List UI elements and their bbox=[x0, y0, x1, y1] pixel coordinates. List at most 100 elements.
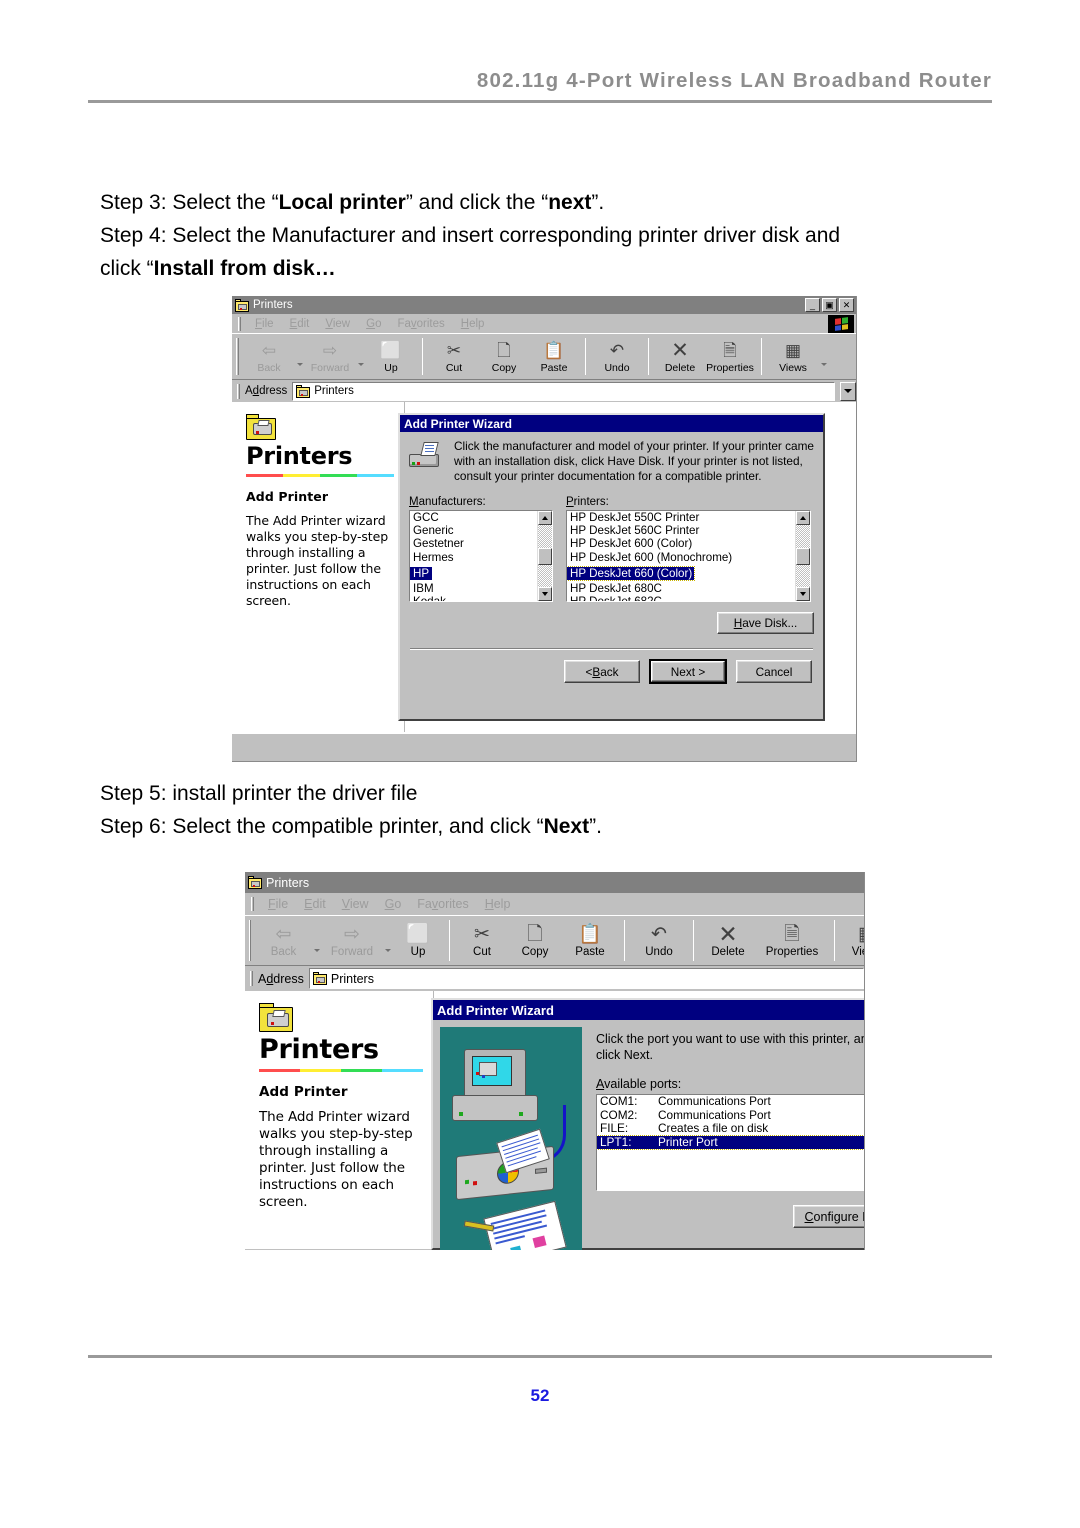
menu-item-go[interactable]: Go bbox=[358, 318, 389, 330]
toolbar-button-cut[interactable]: ✂ Cut bbox=[429, 334, 479, 379]
have-disk-button[interactable]: Have Disk... bbox=[717, 612, 814, 634]
back-button[interactable]: < Back bbox=[564, 660, 640, 683]
views-dropdown-icon[interactable] bbox=[818, 334, 829, 379]
toolbar-grip[interactable] bbox=[236, 338, 239, 375]
toolbar-button-cut[interactable]: ✂ Cut bbox=[456, 916, 508, 965]
toolbar-button-paste[interactable]: 📋 Paste bbox=[562, 916, 618, 965]
computer-base-icon bbox=[452, 1095, 538, 1121]
menu-item-go[interactable]: Go bbox=[377, 897, 410, 911]
toolbar-button-forward[interactable]: ⇨ Forward bbox=[305, 334, 355, 379]
back-dropdown-icon[interactable] bbox=[311, 916, 322, 965]
list-item[interactable]: HP DeskJet 550C Printer bbox=[567, 511, 795, 524]
next-button[interactable]: Next > bbox=[649, 659, 727, 684]
menu-item-view[interactable]: View bbox=[317, 318, 358, 330]
toolbar-button-up[interactable]: ⬜ Up bbox=[366, 334, 416, 379]
toolbar-button-delete[interactable]: ✕ Delete bbox=[700, 916, 756, 965]
address-input[interactable]: Printers bbox=[308, 968, 864, 989]
scroll-track[interactable] bbox=[538, 564, 552, 587]
menu-grip[interactable] bbox=[251, 897, 254, 911]
list-item[interactable]: COM2: Communications Port bbox=[597, 1108, 864, 1123]
toolbar-button-paste[interactable]: 📋 Paste bbox=[529, 334, 579, 379]
delete-x-icon: ✕ bbox=[718, 921, 738, 947]
forward-dropdown-icon[interactable] bbox=[382, 916, 393, 965]
list-item-selected[interactable]: HP DeskJet 660 (Color) bbox=[567, 565, 696, 582]
minimize-button[interactable]: _ bbox=[805, 298, 820, 312]
toolbar-button-views[interactable]: ▦ Views bbox=[841, 916, 864, 965]
menu-item-favorites[interactable]: Favorites bbox=[389, 318, 452, 330]
list-item[interactable]: Generic bbox=[410, 524, 537, 537]
cancel-button[interactable]: Cancel bbox=[736, 660, 812, 683]
scroll-up-icon[interactable] bbox=[796, 511, 810, 525]
menu-grip[interactable] bbox=[238, 316, 241, 331]
add-printer-wizard-dialog-1: Add Printer Wizard Click the manufacture… bbox=[398, 413, 825, 721]
list-item-selected[interactable]: HP bbox=[410, 566, 433, 581]
scroll-track[interactable] bbox=[796, 564, 810, 587]
scroll-track[interactable] bbox=[796, 525, 810, 548]
toolbar-button-undo[interactable]: ↶ Undo bbox=[631, 916, 687, 965]
scroll-down-icon[interactable] bbox=[796, 587, 810, 601]
list-item[interactable]: IBM bbox=[410, 582, 537, 595]
toolbar-grip[interactable] bbox=[249, 920, 251, 961]
list-item[interactable]: COM1: Communications Port bbox=[597, 1095, 864, 1109]
scroll-thumb[interactable] bbox=[796, 547, 810, 565]
menu-item-file[interactable]: File bbox=[247, 318, 282, 330]
toolbar-button-properties[interactable]: 🗎 Properties bbox=[705, 334, 755, 379]
toolbar-label-cut: Cut bbox=[473, 945, 491, 958]
menu-item-favorites[interactable]: Favorites bbox=[409, 897, 476, 911]
toolbar-button-back[interactable]: ⇦ Back bbox=[244, 334, 294, 379]
available-ports-listbox[interactable]: COM1: Communications Port COM2: Communic… bbox=[596, 1094, 864, 1191]
toolbar-button-properties[interactable]: 🗎 Properties bbox=[756, 916, 828, 965]
printers-scrollbar[interactable] bbox=[795, 511, 810, 601]
scroll-track[interactable] bbox=[538, 525, 552, 548]
forward-dropdown-icon[interactable] bbox=[355, 334, 366, 379]
back-dropdown-icon[interactable] bbox=[294, 334, 305, 379]
scroll-up-icon[interactable] bbox=[538, 511, 552, 525]
menu-item-help[interactable]: Help bbox=[453, 318, 493, 330]
toolbar-button-forward[interactable]: ⇨ Forward bbox=[322, 916, 382, 965]
toolbar-button-delete[interactable]: ✕ Delete bbox=[655, 334, 705, 379]
address-label: Address bbox=[258, 971, 304, 986]
scroll-thumb[interactable] bbox=[538, 547, 552, 565]
maximize-button[interactable]: ▣ bbox=[822, 298, 837, 312]
step-4-line-2: click “Install from disk… bbox=[100, 252, 1000, 285]
toolbar-button-copy[interactable]: 🗋 Copy bbox=[508, 916, 562, 965]
menu-item-help[interactable]: Help bbox=[477, 897, 519, 911]
list-item[interactable]: HP DeskJet 600 (Monochrome) bbox=[567, 551, 795, 564]
menu-item-view[interactable]: View bbox=[334, 897, 377, 911]
views-grid-icon: ▦ bbox=[784, 341, 802, 360]
menu-item-edit[interactable]: Edit bbox=[282, 318, 318, 330]
menu-item-file[interactable]: File bbox=[260, 897, 296, 911]
toolbar-label-back: Back bbox=[257, 361, 281, 374]
list-item[interactable]: GCC bbox=[410, 511, 537, 524]
list-item[interactable]: HP DeskJet 560C Printer bbox=[567, 524, 795, 537]
list-item[interactable]: HP DeskJet 600 (Color) bbox=[567, 537, 795, 550]
address-dropdown-button[interactable] bbox=[840, 381, 856, 401]
address-input[interactable]: Printers bbox=[292, 381, 835, 401]
printers-listbox[interactable]: HP DeskJet 550C Printer HP DeskJet 560C … bbox=[566, 510, 811, 602]
list-item[interactable]: Kodak bbox=[410, 595, 537, 601]
toolbar-button-up[interactable]: ⬜ Up bbox=[393, 916, 443, 965]
list-item[interactable]: Gestetner bbox=[410, 537, 537, 550]
menu-item-edit[interactable]: Edit bbox=[296, 897, 334, 911]
scroll-down-icon[interactable] bbox=[538, 587, 552, 601]
left-pane-title-1: Printers bbox=[246, 442, 353, 470]
wizard-1-title: Add Printer Wizard bbox=[404, 416, 512, 431]
list-item[interactable]: FILE: Creates a file on disk bbox=[597, 1122, 864, 1136]
toolbar-button-back[interactable]: ⇦ Back bbox=[256, 916, 311, 965]
manufacturers-listbox[interactable]: GCC Generic Gestetner Hermes HP IBM Koda… bbox=[409, 510, 553, 602]
toolbar-button-copy[interactable]: 🗋 Copy bbox=[479, 334, 529, 379]
list-item[interactable]: Hermes bbox=[410, 551, 537, 564]
list-item-selected[interactable]: LPT1: Printer Port bbox=[597, 1134, 864, 1151]
configure-port-row: Configure Po bbox=[596, 1205, 864, 1228]
toolbar-button-views[interactable]: ▦ Views bbox=[768, 334, 818, 379]
address-grip[interactable] bbox=[237, 383, 240, 399]
step-6-bold-next: Next bbox=[543, 815, 590, 838]
wizard-1-title-bar: Add Printer Wizard bbox=[400, 415, 823, 432]
configure-port-button[interactable]: Configure Po bbox=[793, 1205, 864, 1228]
list-item[interactable]: HP DeskJet 682C bbox=[567, 595, 795, 601]
list-item[interactable]: HP DeskJet 680C bbox=[567, 582, 795, 595]
close-button[interactable]: ✕ bbox=[839, 298, 854, 312]
toolbar-button-undo[interactable]: ↶ Undo bbox=[592, 334, 642, 379]
address-grip[interactable] bbox=[250, 971, 253, 986]
manufacturers-scrollbar[interactable] bbox=[537, 511, 552, 601]
